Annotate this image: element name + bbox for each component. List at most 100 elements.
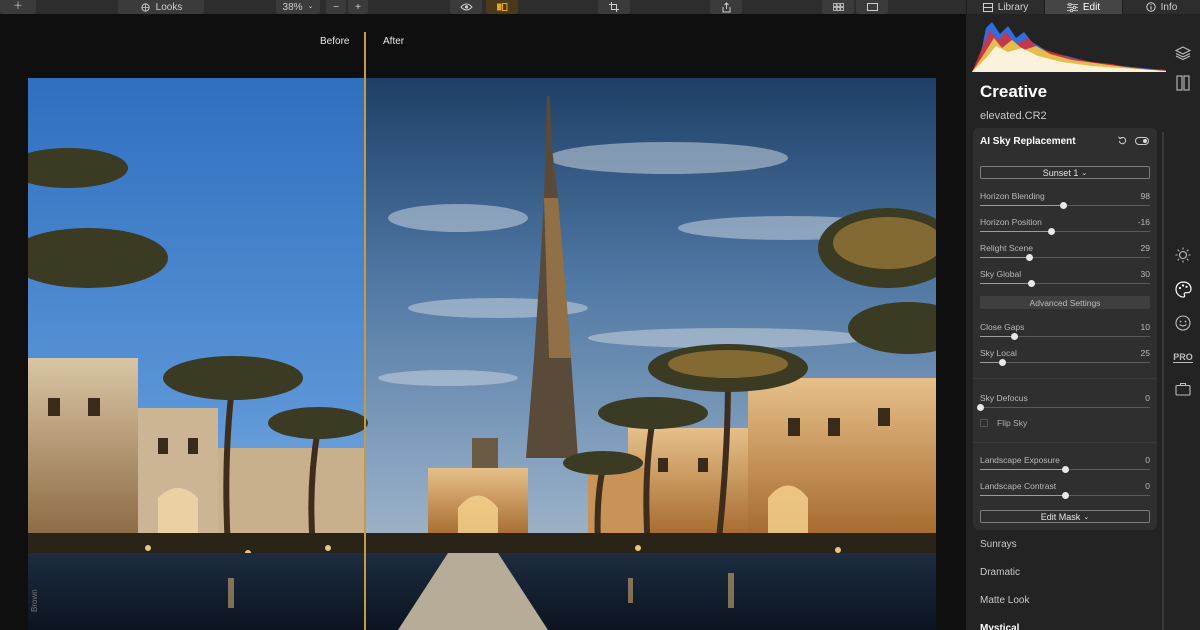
slider-row[interactable]: Horizon Position -16 xyxy=(980,217,1150,239)
layers-icon xyxy=(1175,46,1191,60)
tool-item-matte-look[interactable]: Matte Look xyxy=(980,592,1029,620)
slider-knob[interactable] xyxy=(1026,254,1034,261)
slider-value: 0 xyxy=(1145,393,1150,403)
file-name: elevated.CR2 xyxy=(980,110,1047,122)
slider-knob[interactable] xyxy=(977,404,984,411)
chevron-down-icon: ⌄ xyxy=(1081,169,1088,177)
photo-image xyxy=(28,78,936,630)
layers-button[interactable] xyxy=(1172,42,1194,64)
slider-value: 25 xyxy=(1140,348,1150,358)
zoom-in-button[interactable]: + xyxy=(348,0,368,14)
tab-edit[interactable]: Edit xyxy=(1044,0,1122,14)
briefcase-icon xyxy=(1175,382,1191,396)
slider-track[interactable] xyxy=(980,492,1150,499)
tab-label: Library xyxy=(997,1,1029,13)
tool-item-mystical[interactable]: Mystical xyxy=(980,620,1029,630)
slider-label: Landscape Contrast xyxy=(980,481,1057,491)
flip-sky-label: Flip Sky xyxy=(997,418,1028,428)
grid-view-button[interactable] xyxy=(822,0,854,14)
compare-panels-button[interactable] xyxy=(1172,72,1194,94)
edit-mask-button[interactable]: Edit Mask ⌄ xyxy=(980,510,1150,523)
slider-fill xyxy=(980,469,1065,470)
slider-knob[interactable] xyxy=(1060,202,1068,209)
looks-button[interactable]: Looks xyxy=(118,0,204,14)
slider-value: 30 xyxy=(1140,269,1150,279)
slider-knob[interactable] xyxy=(1028,280,1035,287)
compare-button[interactable] xyxy=(486,0,518,14)
slider-row[interactable]: Sky Global 30 xyxy=(980,269,1150,291)
slider-track[interactable] xyxy=(980,466,1150,473)
tab-library[interactable]: Library xyxy=(966,0,1044,14)
tool-item-dramatic[interactable]: Dramatic xyxy=(980,564,1029,592)
before-after-divider[interactable] xyxy=(364,32,366,630)
slider-track[interactable] xyxy=(980,202,1150,209)
slider-track[interactable] xyxy=(980,359,1150,366)
before-label: Before xyxy=(320,36,350,47)
tool-item-sunrays[interactable]: Sunrays xyxy=(980,536,1029,564)
crop-button[interactable] xyxy=(598,0,630,14)
zoom-select[interactable]: 38% ⌄ xyxy=(276,0,320,14)
slider-row[interactable]: Sky Local 25 xyxy=(980,348,1150,370)
flip-sky-checkbox[interactable] xyxy=(980,419,988,427)
flip-sky-row[interactable]: Flip Sky xyxy=(980,418,1027,428)
pro-icon: PRO xyxy=(1173,351,1193,363)
single-view-icon xyxy=(866,3,878,11)
slider-row[interactable]: Horizon Blending 98 xyxy=(980,191,1150,213)
slider-knob[interactable] xyxy=(1062,466,1069,473)
split-compare-icon xyxy=(497,3,508,11)
image-canvas[interactable]: Before After Brown xyxy=(0,14,966,630)
sun-icon xyxy=(1175,247,1191,263)
pro-button[interactable]: PRO xyxy=(1172,346,1194,368)
plus-icon: + xyxy=(355,1,361,13)
slider-value: 98 xyxy=(1140,191,1150,201)
slider-track[interactable] xyxy=(980,280,1150,287)
photo-preview xyxy=(28,78,936,630)
creative-button[interactable] xyxy=(1172,278,1194,300)
slider-label: Horizon Position xyxy=(980,217,1042,227)
share-button[interactable] xyxy=(710,0,742,14)
slider-knob[interactable] xyxy=(1048,228,1056,235)
chevron-down-icon: ⌄ xyxy=(1083,513,1090,521)
app-window: ＋ Looks 38% ⌄ − + Library Edit Info Befo… xyxy=(0,0,1200,630)
slider-label: Horizon Blending xyxy=(980,191,1045,201)
tab-info[interactable]: Info xyxy=(1122,0,1200,14)
slider-fill xyxy=(980,283,1031,284)
slider-knob[interactable] xyxy=(1011,333,1018,340)
smiley-icon xyxy=(1175,315,1191,331)
preset-select[interactable]: Sunset 1 ⌄ xyxy=(980,166,1150,179)
slider-row[interactable]: Sky Defocus 0 xyxy=(977,393,1150,415)
advanced-settings-button[interactable]: Advanced Settings xyxy=(980,296,1150,309)
business-button[interactable] xyxy=(1172,378,1194,400)
slider-knob[interactable] xyxy=(999,359,1007,366)
eye-icon xyxy=(459,3,473,11)
slider-row[interactable]: Landscape Exposure 0 xyxy=(980,455,1150,477)
slider-knob[interactable] xyxy=(1062,492,1069,499)
tab-label: Edit xyxy=(1082,1,1101,13)
tool-category-bar: PRO xyxy=(1166,28,1200,628)
portrait-button[interactable] xyxy=(1172,312,1194,334)
minus-icon: − xyxy=(333,1,339,13)
enable-toggle[interactable] xyxy=(1135,136,1149,145)
essentials-button[interactable] xyxy=(1172,244,1194,266)
mode-tabs: Library Edit Info xyxy=(966,0,1200,14)
zoom-out-button[interactable]: − xyxy=(326,0,346,14)
slider-value: 0 xyxy=(1145,481,1150,491)
reset-icon[interactable] xyxy=(1118,136,1127,145)
divider xyxy=(973,378,1157,379)
single-view-button[interactable] xyxy=(856,0,888,14)
preview-button[interactable] xyxy=(450,0,482,14)
add-button[interactable]: ＋ xyxy=(0,0,36,14)
slider-value: 10 xyxy=(1140,322,1150,332)
info-icon xyxy=(1145,2,1156,12)
slider-label: Sky Defocus xyxy=(980,393,1028,403)
slider-track[interactable] xyxy=(980,333,1150,340)
grid-icon xyxy=(832,3,844,11)
slider-track[interactable] xyxy=(980,254,1150,261)
slider-row[interactable]: Relight Scene 29 xyxy=(980,243,1150,265)
panel-scrollbar[interactable] xyxy=(1162,132,1164,630)
slider-row[interactable]: Close Gaps 10 xyxy=(980,322,1150,344)
slider-track[interactable] xyxy=(977,404,1150,411)
slider-label: Relight Scene xyxy=(980,243,1033,253)
slider-track[interactable] xyxy=(980,228,1150,235)
slider-row[interactable]: Landscape Contrast 0 xyxy=(980,481,1150,503)
